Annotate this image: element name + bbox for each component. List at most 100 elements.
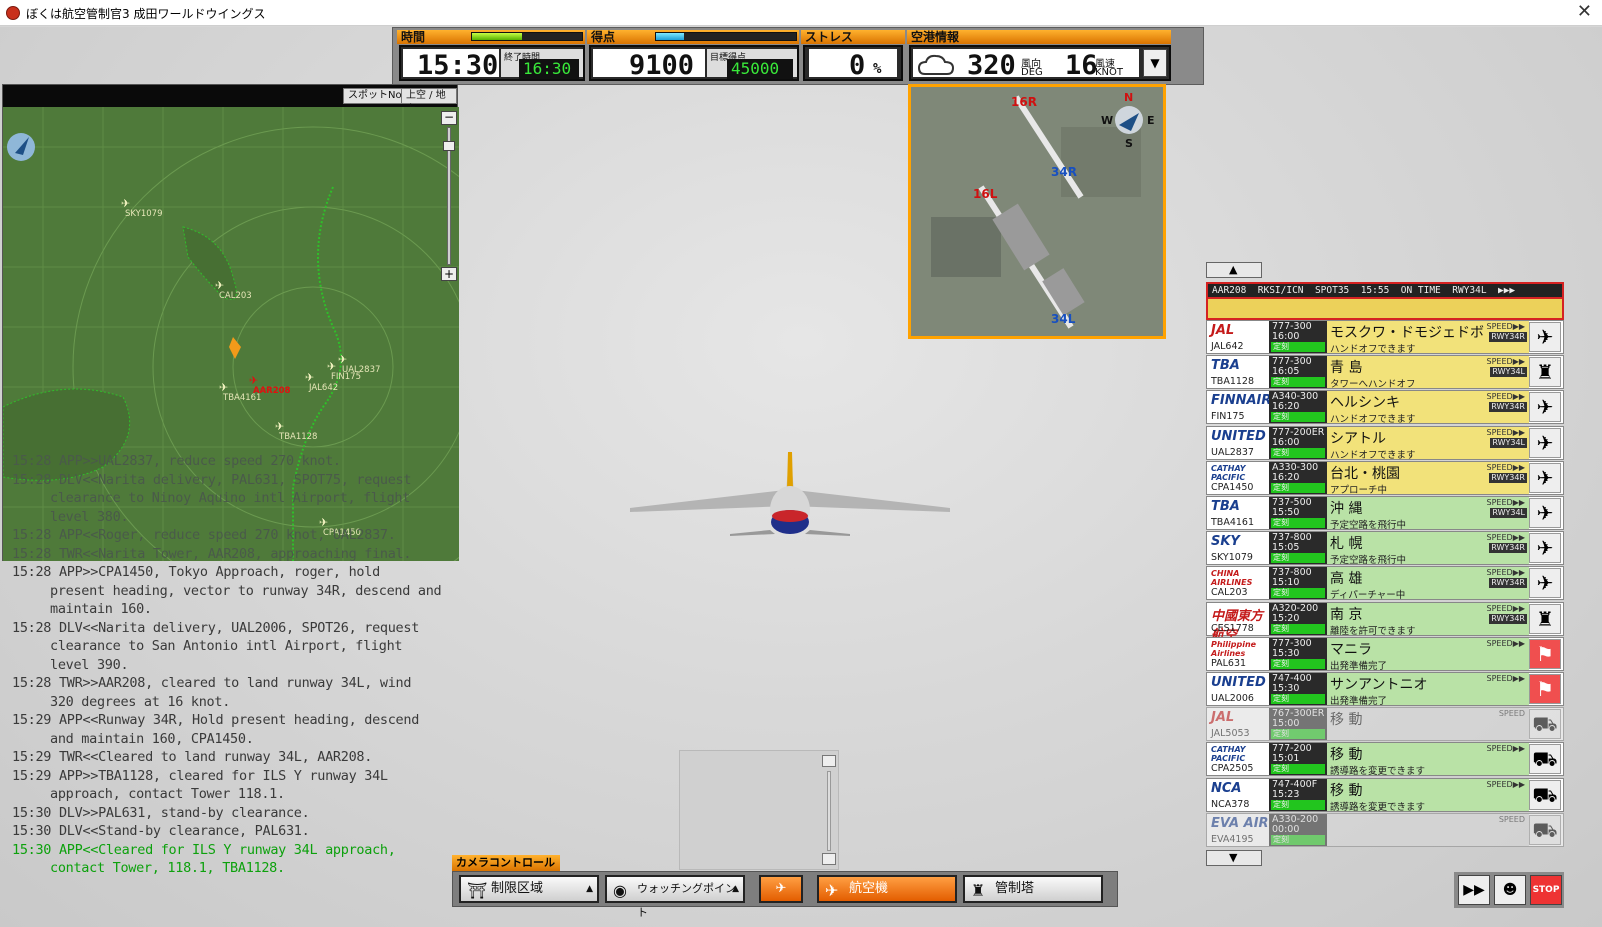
- flight-strip[interactable]: NCA NCA378 747-400F 15:23 定刻 移 動 誘導路を変更で…: [1206, 777, 1564, 813]
- tug-icon[interactable]: ⛟: [1529, 709, 1561, 740]
- mini-scroll-panel[interactable]: [679, 750, 839, 870]
- runway-badge: RWY34L: [1490, 508, 1527, 518]
- flight-callsign: JAL642: [1211, 341, 1244, 352]
- runway-label: 34L: [1051, 312, 1076, 326]
- runway-label: 34R: [1051, 165, 1077, 179]
- status-badge: 定刻: [1271, 799, 1325, 810]
- runway-badge: RWY34R: [1489, 613, 1527, 624]
- scheduled-time: 16:05: [1272, 366, 1300, 378]
- flight-strip[interactable]: Philippine Airlines PAL631 777-300 15:30…: [1206, 636, 1564, 672]
- pushback-icon[interactable]: ⚑: [1529, 674, 1561, 704]
- scheduled-time: 15:23: [1272, 788, 1300, 800]
- plane-icon[interactable]: ✈: [1529, 568, 1561, 599]
- instruction-message: 予定空路を飛行中: [1330, 555, 1407, 567]
- plane-icon[interactable]: ✈: [1529, 533, 1561, 564]
- flight-strip[interactable]: FINNAIR FIN175 A340-300 16:20 定刻 ヘルシンキ ハ…: [1206, 390, 1564, 426]
- status-badge: 定刻: [1271, 412, 1325, 423]
- flight-strip[interactable]: CATHAY PACIFIC CPA2505 777-200 15:01 定刻 …: [1206, 742, 1564, 777]
- selected-flight-info: AAR208 RKSI/ICN SPOT35 15:55 ON TIME RWY…: [1208, 284, 1562, 297]
- strip-scroll-up-button[interactable]: ▲: [1206, 262, 1262, 278]
- speed-label: SPEED: [1498, 709, 1525, 719]
- destination: 高 雄: [1330, 571, 1363, 588]
- speed-label: SPEED▶▶: [1486, 498, 1525, 507]
- flight-strip[interactable]: JAL JAL642 777-300 16:00 定刻 モスクワ・ドモジェドボ …: [1206, 320, 1564, 355]
- compass-east: E: [1147, 114, 1155, 127]
- airline-logo: UNITED UAL2006: [1207, 673, 1269, 705]
- flight-strip[interactable]: CATHAY PACIFIC CPA1450 A330-300 16:20 定刻…: [1206, 460, 1564, 496]
- airport-map[interactable]: [911, 87, 1163, 336]
- scheduled-time: 15:30: [1272, 647, 1300, 659]
- wind-speed-value: 16: [1065, 50, 1098, 81]
- destination: 南 京: [1330, 606, 1363, 623]
- flight-strip[interactable]: UNITED UAL2006 747-400 15:30 定刻 サンアントニオ …: [1206, 672, 1564, 707]
- instruction-message: ハンドオフできます: [1330, 414, 1416, 426]
- speed-label: SPEED▶▶: [1486, 533, 1525, 543]
- takeoff-icon[interactable]: ✈: [1529, 322, 1561, 352]
- controller-icon[interactable]: ☻: [1494, 875, 1526, 905]
- flight-strip[interactable]: TBA TBA1128 777-300 16:05 定刻 青 島 タワーへハンド…: [1206, 355, 1564, 390]
- flight-details: サンアントニオ 出発準備完了 SPEED▶▶: [1327, 673, 1529, 707]
- airline-logo: EVA AIR EVA4195: [1207, 813, 1269, 846]
- watching-point-button[interactable]: ◉ ウォッチングポイント ▲: [605, 875, 745, 919]
- scheduled-time: 16:00: [1272, 331, 1300, 342]
- runway-badge: RWY34R: [1489, 332, 1527, 342]
- airport-info-dropdown-button[interactable]: ▼: [1143, 49, 1167, 77]
- stress-unit: %: [873, 61, 882, 77]
- tower-camera-button[interactable]: ♜ 管制塔: [963, 875, 1103, 903]
- flight-callsign: JAL5053: [1211, 728, 1250, 740]
- tug-icon[interactable]: ⛟: [1529, 814, 1561, 845]
- camera-control-label: カメラコントロール: [452, 855, 560, 871]
- flight-strip[interactable]: UNITED UAL2837 777-200ER 16:00 定刻 シアトル ハ…: [1206, 425, 1564, 461]
- flight-details: 札 幌 予定空路を飛行中 SPEED▶▶ RWY34R: [1327, 532, 1529, 567]
- flight-strip[interactable]: TBA TBA4161 737-500 15:50 定刻 沖 縄 予定空路を飛行…: [1206, 496, 1564, 531]
- tower-icon[interactable]: ♜: [1529, 357, 1561, 388]
- plane-icon[interactable]: ✈: [1529, 462, 1561, 493]
- spot-number-button[interactable]: スポットNo: [343, 88, 407, 104]
- status-badge: 定刻: [1271, 658, 1325, 669]
- takeoff-icon[interactable]: ✈: [1529, 392, 1561, 423]
- compass-south: S: [1125, 137, 1133, 150]
- fast-forward-button[interactable]: ▶▶: [1458, 875, 1490, 905]
- flight-strip[interactable]: JAL JAL5053 767-300ER 15:00 定刻 移 動 SPEED…: [1206, 707, 1564, 742]
- airline-name: UNITED: [1211, 675, 1266, 690]
- airline-logo: CATHAY PACIFIC CPA1450: [1207, 461, 1269, 494]
- aircraft-info: 767-300ER 15:00 定刻: [1269, 708, 1327, 741]
- flight-details: 移 動 誘導路を変更できます SPEED▶▶: [1327, 743, 1529, 777]
- log-line: 15:29 TWR<<Cleared to land runway 34L, A…: [12, 749, 373, 765]
- map-zoom-slider[interactable]: − +: [441, 111, 457, 283]
- game-controls: ▶▶ ☻ STOP: [1454, 872, 1564, 908]
- radar-aircraft-label: UAL2837: [342, 365, 381, 375]
- communication-log: 15:28 APP>>UAL2837, reduce speed 270 kno…: [2, 452, 442, 892]
- flight-strip[interactable]: CHINA AIRLINES CAL203 737-800 15:10 定刻 高…: [1206, 566, 1564, 601]
- stop-button[interactable]: STOP: [1530, 875, 1562, 905]
- flight-strip[interactable]: 中國東方航空 CES1778 A320-200 15:20 定刻 南 京 離陸を…: [1206, 601, 1564, 643]
- zoom-handle[interactable]: [443, 141, 455, 151]
- selected-flight-header: AAR208 RKSI/ICN SPOT35 15:55 ON TIME RWY…: [1206, 282, 1564, 320]
- aircraft-camera-button[interactable]: ✈ 航空機: [817, 875, 957, 903]
- flight-strip[interactable]: SKY SKY1079 737-800 15:05 定刻 札 幌 予定空路を飛行…: [1206, 531, 1564, 567]
- zoom-out-button[interactable]: −: [441, 111, 457, 125]
- runway-badge: RWY34R: [1489, 578, 1527, 589]
- close-icon[interactable]: ✕: [1577, 1, 1592, 22]
- air-ground-toggle-button[interactable]: 上空 / 地上: [401, 88, 457, 115]
- restricted-area-button[interactable]: ⛩ 制限区域 ▲: [459, 875, 599, 903]
- pushback-icon[interactable]: ⚑: [1529, 638, 1561, 669]
- tug-icon[interactable]: ⛟: [1529, 744, 1561, 775]
- aircraft-info: A320-200 15:20 定刻: [1269, 602, 1327, 635]
- scheduled-time: 00:00: [1272, 823, 1300, 835]
- tower-icon[interactable]: ♜: [1529, 603, 1561, 634]
- airport-map-panel: N S E W 16R 34L 16L 34R: [908, 84, 1166, 339]
- plane-icon[interactable]: ✈: [1529, 498, 1561, 528]
- speed-label: SPEED: [1498, 814, 1525, 824]
- scheduled-time: 15:00: [1272, 718, 1300, 730]
- zoom-in-button[interactable]: +: [441, 267, 457, 281]
- tug-icon[interactable]: ⛟: [1529, 779, 1561, 810]
- auto-camera-button[interactable]: ✈: [759, 875, 803, 903]
- flight-details: 青 島 タワーへハンドオフ SPEED▶▶ RWY34L: [1327, 356, 1529, 390]
- compass-west: W: [1101, 114, 1114, 127]
- strip-scroll-down-button[interactable]: ▼: [1206, 850, 1262, 866]
- speed-label: SPEED▶▶: [1486, 357, 1525, 367]
- takeoff-icon[interactable]: ✈: [1529, 427, 1561, 458]
- speed-label: SPEED▶▶: [1486, 322, 1525, 331]
- flight-strip[interactable]: EVA AIR EVA4195 A330-200 00:00 定刻 SPEED …: [1206, 812, 1564, 847]
